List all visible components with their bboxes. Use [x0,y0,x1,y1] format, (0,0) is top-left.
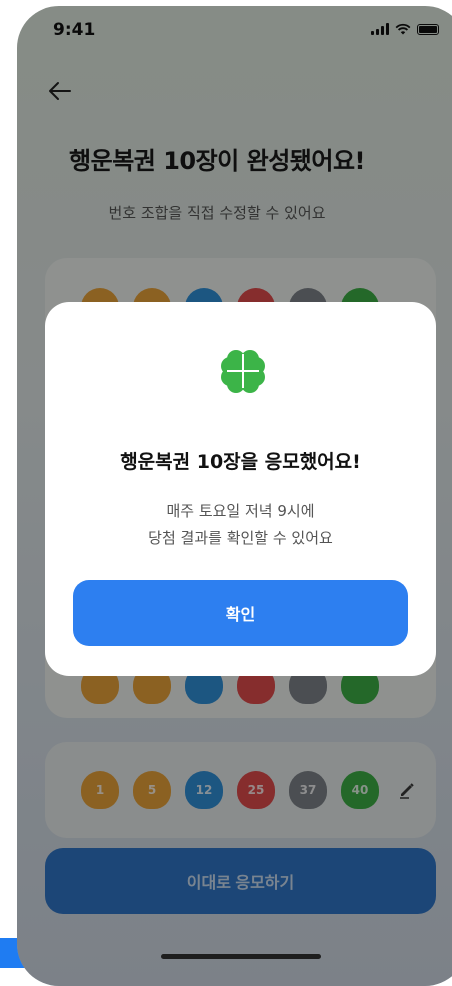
dialog-description-line: 매주 토요일 저녁 9시에 [166,502,315,520]
dialog-description-line: 당첨 결과를 확인할 수 있어요 [148,529,333,547]
dialog-title: 행운복권 10장을 응모했어요! [120,451,361,473]
success-dialog: 행운복권 10장을 응모했어요! 매주 토요일 저녁 9시에 당첨 결과를 확인… [45,302,436,676]
clover-icon [221,350,265,393]
dialog-description: 매주 토요일 저녁 9시에 당첨 결과를 확인할 수 있어요 [45,498,436,552]
phone-screen: 9:41 행운복권 10장이 완성됐어요! 번호 조합을 직접 수정할 수 있어… [17,6,452,986]
confirm-button[interactable]: 확인 [73,580,408,646]
